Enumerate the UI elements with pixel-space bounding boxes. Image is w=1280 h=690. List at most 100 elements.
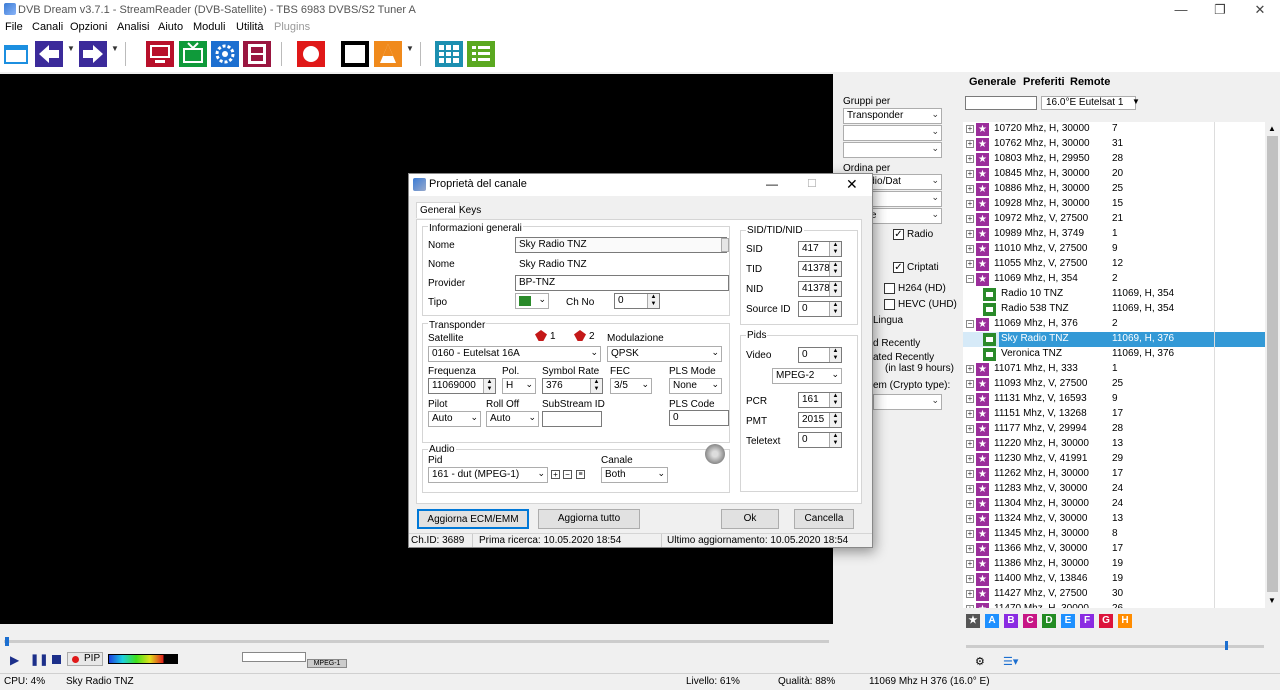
transponder-row[interactable]: + ★ 10886 Mhz, H, 30000 25	[963, 182, 1265, 197]
group-select-3[interactable]: ⌄	[843, 142, 942, 158]
menu-utilita[interactable]: Utilità	[236, 21, 264, 33]
transponder-row[interactable]: + ★ 10803 Mhz, H, 29950 28	[963, 152, 1265, 167]
dialog-close-button[interactable]: ✕	[846, 176, 858, 193]
letter-filter-d[interactable]: D	[1042, 614, 1056, 628]
transponder-row[interactable]: + ★ 10972 Mhz, V, 27500 21	[963, 212, 1265, 227]
vlc-dropdown-icon[interactable]: ▼	[406, 44, 414, 53]
spin-arrows-icon[interactable]: ▲ ▼	[829, 282, 841, 296]
sourceid-input[interactable]: 0 ▲ ▼	[798, 301, 842, 317]
pls-mode-dropdown[interactable]: None ⌄	[669, 378, 722, 394]
collapse-icon[interactable]: −	[966, 275, 974, 283]
aggiorna-tutto-button[interactable]: Aggiorna tutto	[538, 509, 640, 529]
channel-row[interactable]: Sky Radio TNZ 11069, H, 376	[963, 332, 1265, 347]
channel-scrollbar[interactable]: ▲ ▼	[1265, 122, 1280, 608]
speaker-icon[interactable]	[705, 444, 725, 464]
expand-icon[interactable]: +	[966, 575, 974, 583]
expand-icon[interactable]: +	[966, 170, 974, 178]
menu-file[interactable]: File	[5, 21, 23, 33]
expand-icon[interactable]: +	[966, 590, 974, 598]
tab-remote[interactable]: Remote	[1070, 76, 1110, 88]
spin-arrows-icon[interactable]: ▲ ▼	[829, 242, 841, 256]
expand-icon[interactable]: +	[966, 485, 974, 493]
transponder-row[interactable]: + ★ 10989 Mhz, H, 3749 1	[963, 227, 1265, 242]
back-dropdown-icon[interactable]: ▼	[67, 44, 75, 53]
nome-input[interactable]: Sky Radio TNZ	[515, 237, 727, 253]
audio-pid-dropdown[interactable]: 161 - dut (MPEG-1) ⌄	[428, 467, 548, 483]
pcr-input[interactable]: 161 ▲ ▼	[798, 392, 842, 408]
spin-arrows-icon[interactable]: ▲ ▼	[829, 413, 841, 427]
lnb2-icon[interactable]	[574, 330, 586, 341]
tab-general[interactable]: General	[416, 202, 460, 218]
letter-filter-b[interactable]: B	[1004, 614, 1018, 628]
transponder-row[interactable]: + ★ 11220 Mhz, H, 30000 13	[963, 437, 1265, 452]
seek-thumb[interactable]	[5, 637, 9, 646]
view-options-icon[interactable]: ☰▾	[1003, 655, 1018, 668]
letter-filter-h[interactable]: H	[1118, 614, 1132, 628]
transponder-row[interactable]: + ★ 11151 Mhz, V, 13268 17	[963, 407, 1265, 422]
ok-button[interactable]: Ok	[721, 509, 779, 529]
transponder-row[interactable]: + ★ 11093 Mhz, V, 27500 25	[963, 377, 1265, 392]
transponder-row[interactable]: + ★ 11071 Mhz, H, 333 1	[963, 362, 1265, 377]
letter-filter-g[interactable]: G	[1099, 614, 1113, 628]
expand-icon[interactable]: +	[966, 245, 974, 253]
gruppi-select[interactable]: Transponder ⌄	[843, 108, 942, 124]
dialog-minimize-button[interactable]: —	[766, 177, 778, 191]
tab-preferiti[interactable]: Preferiti	[1023, 76, 1065, 88]
transponder-row[interactable]: + ★ 11177 Mhz, V, 29994 28	[963, 422, 1265, 437]
tab-keys[interactable]: Keys	[459, 205, 481, 216]
expand-icon[interactable]: +	[966, 515, 974, 523]
freq-input[interactable]: 11069000 ▲ ▼	[428, 378, 496, 394]
transponder-row[interactable]: + ★ 10762 Mhz, H, 30000 31	[963, 137, 1265, 152]
close-button[interactable]: ✕	[1243, 0, 1277, 20]
lnb1-icon[interactable]	[535, 330, 547, 341]
transponder-row[interactable]: + ★ 10720 Mhz, H, 30000 7	[963, 122, 1265, 137]
expand-icon[interactable]: +	[966, 545, 974, 553]
menu-plugins[interactable]: Plugins	[274, 21, 310, 33]
expand-icon[interactable]: +	[966, 500, 974, 508]
transponder-row[interactable]: + ★ 11304 Mhz, H, 30000 24	[963, 497, 1265, 512]
transponder-row[interactable]: + ★ 11427 Mhz, V, 27500 30	[963, 587, 1265, 602]
cancella-button[interactable]: Cancella	[794, 509, 854, 529]
transponder-row[interactable]: + ★ 11055 Mhz, V, 27500 12	[963, 257, 1265, 272]
transponder-row[interactable]: + ★ 11131 Mhz, V, 16593 9	[963, 392, 1265, 407]
transponder-row[interactable]: + ★ 11262 Mhz, H, 30000 17	[963, 467, 1265, 482]
expand-icon[interactable]: +	[966, 470, 974, 478]
canale-dropdown[interactable]: Both ⌄	[601, 467, 668, 483]
transponder-row[interactable]: + ★ 11230 Mhz, V, 41991 29	[963, 452, 1265, 467]
transponder-row[interactable]: + ★ 11283 Mhz, V, 30000 24	[963, 482, 1265, 497]
sr-input[interactable]: 376 ▲ ▼	[542, 378, 603, 394]
expand-icon[interactable]: +	[966, 395, 974, 403]
pip-button[interactable]: PIP	[67, 652, 103, 666]
h264-checkbox[interactable]	[884, 283, 895, 294]
satellite-select[interactable]: 16.0°E Eutelsat 1	[1041, 96, 1136, 110]
group-select-2[interactable]: ⌄	[843, 125, 942, 141]
spin-arrows-icon[interactable]: ▲ ▼	[829, 302, 841, 316]
dialog-maximize-button[interactable]: ☐	[807, 177, 817, 190]
transponder-row[interactable]: + ★ 11400 Mhz, V, 13846 19	[963, 572, 1265, 587]
expand-icon[interactable]: +	[966, 560, 974, 568]
transponder-row[interactable]: + ★ 11345 Mhz, H, 30000 8	[963, 527, 1265, 542]
transponder-row[interactable]: + ★ 11366 Mhz, V, 30000 17	[963, 542, 1265, 557]
forward-button[interactable]	[79, 40, 107, 68]
rolloff-dropdown[interactable]: Auto ⌄	[486, 411, 539, 427]
search-input[interactable]	[965, 96, 1037, 110]
video-codec-dropdown[interactable]: MPEG-2 ⌄	[772, 368, 842, 384]
add-audio-icon[interactable]: +	[551, 470, 560, 479]
pol-dropdown[interactable]: H ⌄	[502, 378, 536, 394]
open-folder-button[interactable]	[2, 40, 30, 68]
expand-icon[interactable]: +	[966, 185, 974, 193]
transponder-row[interactable]: +★ 11470 Mhz, H, 30000 26	[963, 602, 1265, 608]
menu-opzioni[interactable]: Opzioni	[70, 21, 107, 33]
menu-aiuto[interactable]: Aiuto	[158, 21, 183, 33]
aggiorna-ecm-button[interactable]: Aggiorna ECM/EMM	[417, 509, 529, 529]
tid-input[interactable]: 41378 ▲ ▼	[798, 261, 842, 277]
transponder-row[interactable]: − ★ 11069 Mhz, H, 354 2	[963, 272, 1265, 287]
spin-arrows-icon[interactable]: ▲ ▼	[829, 393, 841, 407]
video-input[interactable]: 0 ▲ ▼	[798, 347, 842, 363]
channel-row[interactable]: Radio 10 TNZ 11069, H, 354	[963, 287, 1265, 302]
transponder-row[interactable]: + ★ 10845 Mhz, H, 30000 20	[963, 167, 1265, 182]
letter-filter-f[interactable]: F	[1080, 614, 1094, 628]
seek-bar[interactable]	[4, 640, 829, 643]
expand-icon[interactable]: +	[966, 260, 974, 268]
spin-arrows-icon[interactable]: ▲ ▼	[590, 379, 602, 393]
